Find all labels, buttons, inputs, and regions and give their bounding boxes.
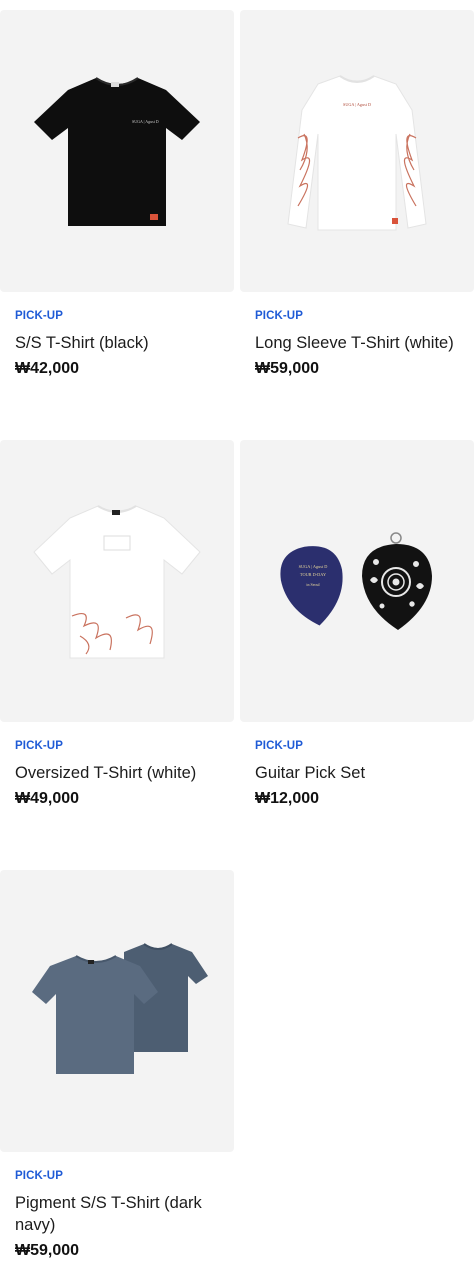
product-price: ₩59,000	[15, 1242, 80, 1259]
product-image-navy-pigment-tshirt[interactable]	[0, 870, 234, 1152]
product-price: ₩12,000	[255, 790, 320, 807]
pickup-tag: PICK-UP	[255, 310, 303, 322]
pickup-tag: PICK-UP	[255, 740, 303, 752]
product-card[interactable]: PICK-UP Oversized T-Shirt (white) ₩49,00…	[0, 440, 234, 809]
pick-text-line-2: TOUR D-DAY	[300, 572, 326, 577]
product-card[interactable]: SUGA | Agust D PICK-UP S/S T-Shirt (blac…	[0, 10, 234, 379]
product-card[interactable]: SUGA | Agust D PICK-UP Long Sleeve T-Shi…	[240, 10, 474, 379]
product-image-white-longsleeve[interactable]: SUGA | Agust D	[240, 10, 474, 292]
product-name[interactable]: S/S T-Shirt (black)	[15, 332, 219, 354]
product-name[interactable]: Pigment S/S T-Shirt (dark navy)	[15, 1192, 219, 1236]
product-card[interactable]: SUGA | Agust D TOUR D-DAY in Seoul PICK-…	[240, 440, 474, 809]
product-name[interactable]: Guitar Pick Set	[255, 762, 459, 784]
product-name[interactable]: Long Sleeve T-Shirt (white)	[255, 332, 459, 354]
product-price: ₩49,000	[15, 790, 80, 807]
pickup-tag: PICK-UP	[15, 740, 63, 752]
product-card[interactable]: PICK-UP Pigment S/S T-Shirt (dark navy) …	[0, 870, 234, 1261]
product-image-guitar-pick-set[interactable]: SUGA | Agust D TOUR D-DAY in Seoul	[240, 440, 474, 722]
pickup-tag: PICK-UP	[15, 1170, 63, 1182]
product-grid: SUGA | Agust D PICK-UP S/S T-Shirt (blac…	[0, 0, 474, 1266]
shirt-print: SUGA | Agust D	[132, 119, 159, 124]
pickup-tag: PICK-UP	[15, 310, 63, 322]
pick-text-line-1: SUGA | Agust D	[299, 564, 328, 569]
product-image-white-oversized-tshirt[interactable]	[0, 440, 234, 722]
product-name[interactable]: Oversized T-Shirt (white)	[15, 762, 219, 784]
product-price: ₩42,000	[15, 360, 80, 377]
product-image-black-tshirt[interactable]: SUGA | Agust D	[0, 10, 234, 292]
product-price: ₩59,000	[255, 360, 320, 377]
pick-text-line-3: in Seoul	[306, 582, 320, 587]
shirt-print: SUGA | Agust D	[343, 102, 371, 107]
